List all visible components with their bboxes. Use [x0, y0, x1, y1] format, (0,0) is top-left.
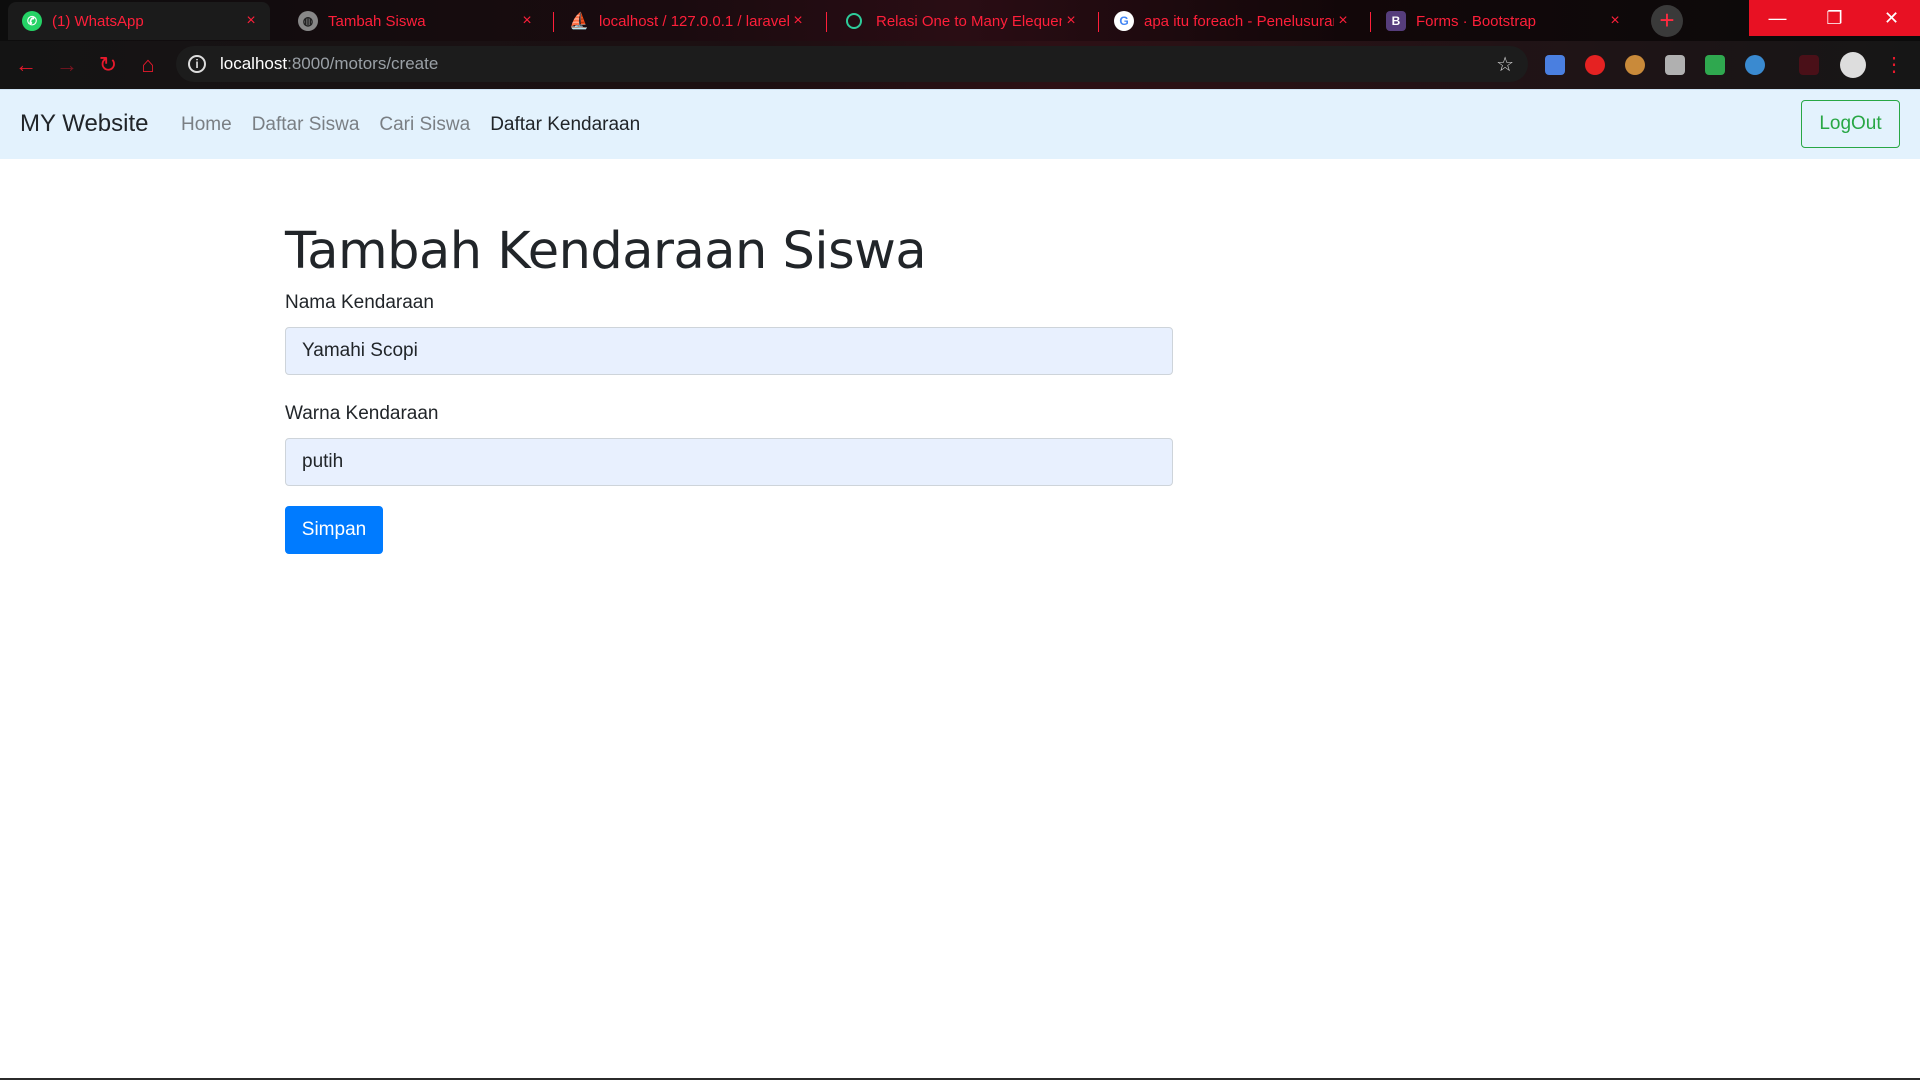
close-window-button[interactable]: ✕	[1863, 0, 1920, 36]
nav-link-daftar-kendaraan[interactable]: Daftar Kendaraan	[490, 114, 640, 136]
adblock-extension-icon[interactable]	[1585, 55, 1605, 75]
tab-bootstrap[interactable]: B Forms · Bootstrap ×	[1372, 2, 1634, 40]
tab-tambah-siswa[interactable]: ◍ Tambah Siswa ×	[284, 2, 546, 40]
menu-dots-icon[interactable]: ⋮	[1880, 51, 1908, 79]
cookie-extension-icon[interactable]	[1625, 55, 1645, 75]
warna-kendaraan-input[interactable]: putih	[285, 438, 1173, 487]
phpmyadmin-icon: ⛵	[569, 13, 589, 30]
globe-icon: ◍	[298, 11, 318, 31]
tab-separator	[826, 12, 827, 32]
close-icon[interactable]: ×	[1606, 12, 1624, 30]
tab-whatsapp[interactable]: ✆ (1) WhatsApp ×	[8, 2, 270, 40]
google-icon: G	[1114, 11, 1134, 31]
browser-toolbar: ← → ↻ ⌂ i localhost:8000/motors/create ☆…	[0, 41, 1920, 89]
tab-phpmyadmin[interactable]: ⛵ localhost / 127.0.0.1 / laravel ×	[555, 2, 817, 40]
bookmark-star-icon[interactable]: ☆	[1496, 52, 1514, 77]
logout-button[interactable]: LogOut	[1801, 100, 1900, 148]
minimize-button[interactable]: —	[1749, 0, 1806, 36]
earth-extension-icon[interactable]	[1745, 55, 1765, 75]
tab-title: Relasi One to Many Elequent	[876, 12, 1062, 30]
bootstrap-icon: B	[1386, 11, 1406, 31]
warna-kendaraan-label: Warna Kendaraan	[285, 403, 439, 425]
classroom-extension-icon[interactable]	[1705, 55, 1725, 75]
tab-title: apa itu foreach - Penelusuran	[1144, 12, 1334, 30]
printer-extension-icon[interactable]	[1665, 55, 1685, 75]
site-brand[interactable]: MY Website	[20, 110, 149, 138]
site-navbar: MY Website Home Daftar Siswa Cari Siswa …	[0, 89, 1920, 159]
forward-icon[interactable]: →	[53, 51, 81, 79]
reload-icon[interactable]: ↻	[94, 51, 122, 79]
home-icon[interactable]: ⌂	[134, 51, 162, 79]
url-text[interactable]: localhost:8000/motors/create	[220, 54, 438, 74]
simpan-button[interactable]: Simpan	[285, 506, 383, 555]
info-icon[interactable]: i	[188, 55, 206, 73]
close-icon[interactable]: ×	[1062, 12, 1080, 30]
tab-title: localhost / 127.0.0.1 / laravel	[599, 12, 789, 30]
nav-link-daftar-siswa[interactable]: Daftar Siswa	[252, 114, 360, 136]
form-container: Tambah Kendaraan Siswa Nama Kendaraan Ya…	[285, 159, 1173, 555]
tab-separator	[553, 12, 554, 32]
whatsapp-icon: ✆	[22, 11, 42, 31]
tab-strip: ✆ (1) WhatsApp × ◍ Tambah Siswa × ⛵ loca…	[0, 0, 1920, 41]
tab-title: (1) WhatsApp	[52, 12, 144, 30]
loading-icon	[846, 13, 862, 29]
tab-relasi[interactable]: Relasi One to Many Elequent ×	[828, 2, 1090, 40]
nav-link-home[interactable]: Home	[181, 114, 232, 136]
address-bar[interactable]: i localhost:8000/motors/create ☆	[176, 46, 1528, 82]
nama-kendaraan-input[interactable]: Yamahi Scopi	[285, 327, 1173, 376]
new-tab-button[interactable]: +	[1651, 5, 1683, 37]
nav-links: Home Daftar Siswa Cari Siswa Daftar Kend…	[181, 114, 640, 136]
close-icon[interactable]: ×	[1334, 12, 1352, 30]
close-icon[interactable]: ×	[518, 12, 536, 30]
tab-separator	[1370, 12, 1371, 32]
translate-extension-icon[interactable]	[1545, 55, 1565, 75]
page-title: Tambah Kendaraan Siswa	[285, 222, 927, 281]
tab-separator	[1098, 12, 1099, 32]
back-icon[interactable]: ←	[12, 51, 40, 79]
nav-link-cari-siswa[interactable]: Cari Siswa	[379, 114, 470, 136]
close-icon[interactable]: ×	[242, 12, 260, 30]
tab-google[interactable]: G apa itu foreach - Penelusuran ×	[1100, 2, 1362, 40]
tab-title: Forms · Bootstrap	[1416, 12, 1537, 30]
nama-kendaraan-label: Nama Kendaraan	[285, 292, 434, 314]
maximize-button[interactable]: ❐	[1806, 0, 1863, 36]
profile-avatar-icon[interactable]	[1840, 52, 1866, 78]
extension-icon[interactable]	[1799, 55, 1819, 75]
close-icon[interactable]: ×	[789, 12, 807, 30]
tab-title: Tambah Siswa	[328, 12, 426, 30]
